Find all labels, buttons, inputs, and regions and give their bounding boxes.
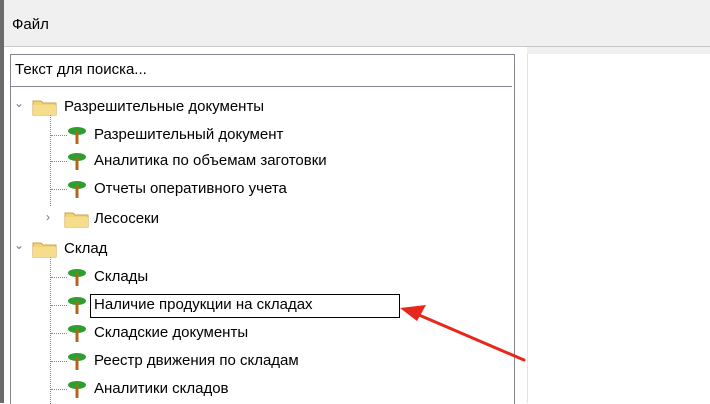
annotation-arrow-icon (400, 305, 526, 362)
